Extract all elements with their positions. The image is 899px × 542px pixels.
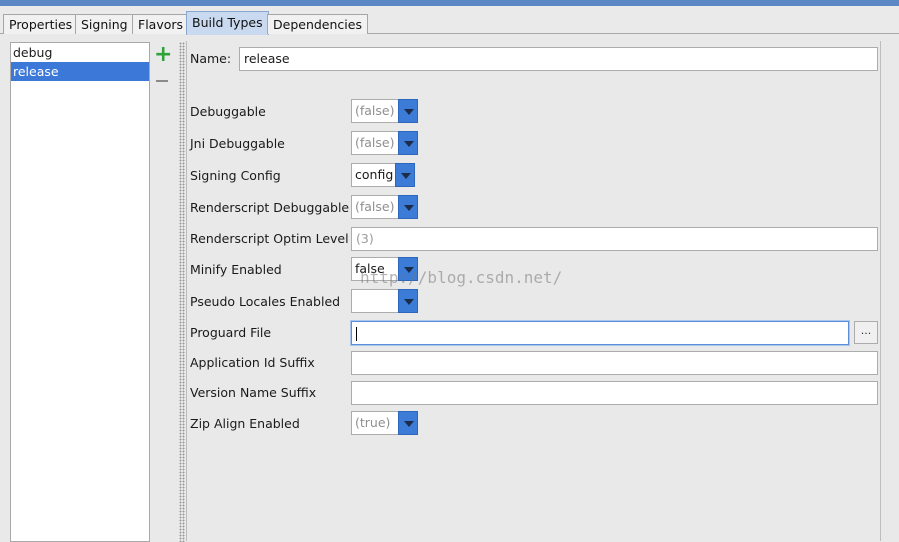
tab-strip: Properties Signing Flavors Build Types D…	[0, 6, 899, 35]
list-item-release[interactable]: release	[11, 62, 149, 81]
proguard-file-field[interactable]	[351, 321, 849, 345]
signing-config-label: Signing Config	[190, 168, 281, 183]
name-field[interactable]: release	[239, 47, 878, 71]
chevron-down-icon[interactable]	[395, 163, 415, 187]
tab-build-types[interactable]: Build Types	[186, 11, 269, 35]
zip-align-enabled-combo[interactable]: (true)	[351, 411, 418, 435]
debuggable-combo[interactable]: (false)	[351, 99, 418, 123]
build-types-list[interactable]: debug release	[10, 42, 150, 542]
chevron-down-icon[interactable]	[398, 99, 418, 123]
build-type-form	[186, 41, 881, 541]
chevron-down-icon[interactable]	[398, 131, 418, 155]
renderscript-debuggable-combo[interactable]: (false)	[351, 195, 418, 219]
chevron-down-icon[interactable]	[398, 289, 418, 313]
name-label: Name:	[190, 51, 232, 66]
version-name-suffix-label: Version Name Suffix	[190, 385, 317, 400]
remove-build-type-button[interactable]	[155, 72, 169, 82]
plus-icon: +	[154, 42, 173, 67]
zip-align-enabled-value: (true)	[355, 415, 391, 430]
signing-config-combo[interactable]: config	[351, 163, 415, 187]
browse-button[interactable]: ...	[854, 321, 878, 344]
jni-debuggable-combo[interactable]: (false)	[351, 131, 418, 155]
chevron-down-icon[interactable]	[398, 411, 418, 435]
pseudo-locales-label: Pseudo Locales Enabled	[190, 294, 341, 309]
renderscript-optim-label: Renderscript Optim Level	[190, 231, 349, 246]
splitter-handle[interactable]	[179, 42, 185, 542]
renderscript-debuggable-value: (false)	[355, 199, 395, 214]
text-caret	[356, 326, 357, 341]
tab-flavors[interactable]: Flavors	[132, 14, 190, 34]
proguard-file-label: Proguard File	[190, 325, 272, 340]
jni-debuggable-label: Jni Debuggable	[190, 136, 285, 151]
debuggable-label: Debuggable	[190, 104, 266, 119]
renderscript-optim-field[interactable]: (3)	[351, 227, 878, 251]
watermark-text: http://blog.csdn.net/	[360, 268, 563, 287]
tab-properties[interactable]: Properties	[3, 14, 79, 34]
tab-dependencies[interactable]: Dependencies	[267, 14, 368, 34]
zip-align-enabled-label: Zip Align Enabled	[190, 416, 300, 431]
version-name-suffix-field[interactable]	[351, 381, 878, 405]
chevron-down-icon[interactable]	[398, 195, 418, 219]
minify-enabled-label: Minify Enabled	[190, 262, 282, 277]
debuggable-value: (false)	[355, 103, 395, 118]
application-id-suffix-field[interactable]	[351, 351, 878, 375]
jni-debuggable-value: (false)	[355, 135, 395, 150]
pseudo-locales-combo[interactable]	[351, 289, 418, 313]
application-id-suffix-label: Application Id Suffix	[190, 355, 315, 370]
renderscript-debuggable-label: Renderscript Debuggable	[190, 200, 350, 215]
tab-signing[interactable]: Signing	[75, 14, 134, 34]
add-build-type-button[interactable]: +	[154, 44, 172, 66]
signing-config-value: config	[355, 167, 394, 182]
list-item-debug[interactable]: debug	[11, 43, 149, 62]
